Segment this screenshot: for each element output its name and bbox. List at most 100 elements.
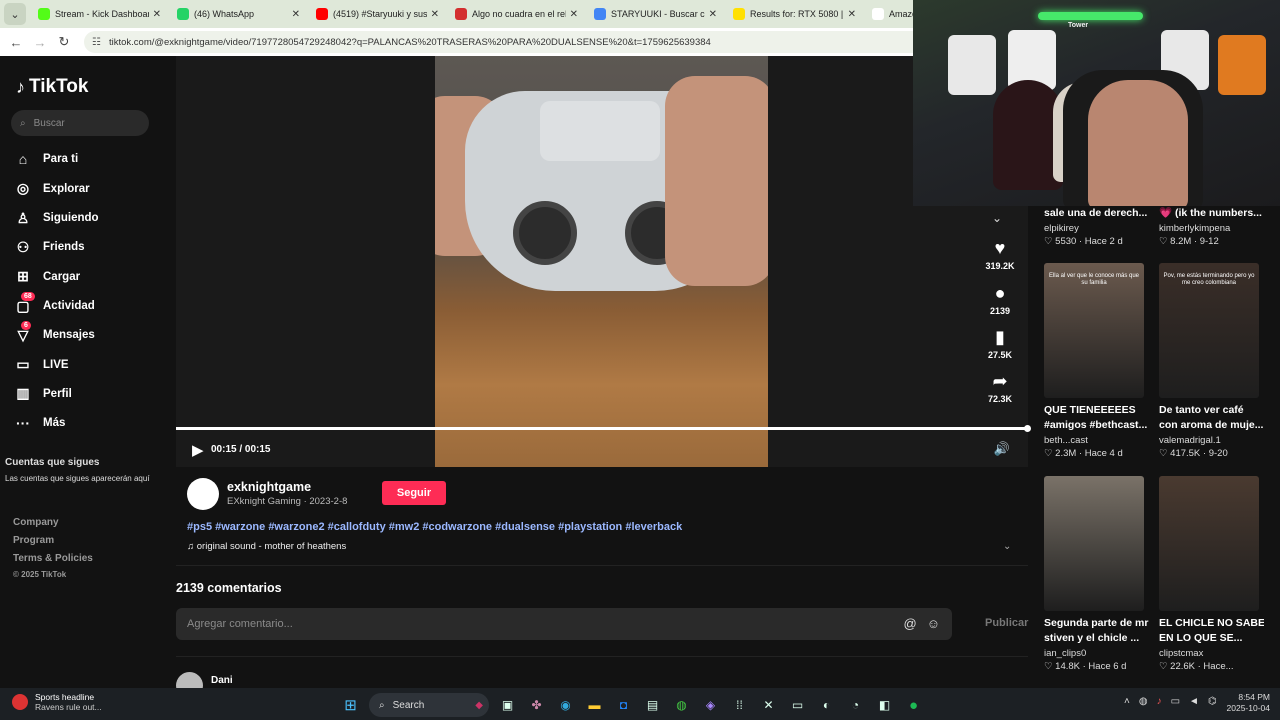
author-avatar[interactable]	[187, 478, 219, 510]
related-title[interactable]: #amigos #bethcast...	[1044, 418, 1149, 433]
sidebar-item-siguiendo[interactable]: ♙ Siguiendo	[15, 210, 99, 227]
app-icon[interactable]: ◈	[696, 694, 725, 716]
sidebar-item-explorar[interactable]: ◎ Explorar	[15, 180, 90, 197]
editor-icon[interactable]: ◧	[870, 694, 899, 716]
outlook-icon[interactable]: ◘	[609, 694, 638, 716]
video-player[interactable]: ▶ 00:15 / 00:15 🔊 ⌄ ♥ 319.2K ● 2139 ▮ 27…	[176, 56, 1031, 467]
news-widget[interactable]: Sports headline Ravens rule out...	[12, 692, 102, 712]
post-hashtags[interactable]: #ps5 #warzone #warzone2 #callofduty #mw2…	[187, 521, 682, 533]
tab-favicon-icon	[38, 8, 50, 20]
close-tab-icon[interactable]: ✕	[709, 9, 717, 20]
browser-tab[interactable]: STARYUUKI - Buscar con G ✕	[586, 0, 725, 28]
clock[interactable]: 8:54 PM 2025-10-04	[1222, 692, 1270, 714]
related-title[interactable]: EL CHICLE NO SABE	[1159, 616, 1264, 631]
follow-button[interactable]: Seguir	[382, 481, 446, 505]
related-user[interactable]: clipstcmax	[1159, 648, 1203, 659]
related-user[interactable]: ian_clips0	[1044, 648, 1086, 659]
related-title[interactable]: sale una de derech...	[1044, 206, 1149, 221]
search-input[interactable]: ⌕ Buscar	[11, 110, 149, 136]
tiktok-logo[interactable]: ♪ TikTok	[16, 76, 88, 98]
volume-icon[interactable]: 🔊	[994, 441, 1010, 457]
close-tab-icon[interactable]: ✕	[431, 9, 439, 20]
sidebar-item-mensajes[interactable]: 6 ▽ Mensajes	[15, 320, 95, 344]
sidebar-item-para-ti[interactable]: ⌂ Para ti	[15, 151, 78, 167]
news-icon	[12, 694, 28, 710]
browser-tab[interactable]: Algo no cuadra en el rela ✕	[447, 0, 586, 28]
like-button[interactable]: ♥ 319.2K	[972, 238, 1028, 271]
browser-tab[interactable]: (4519) #Staryuuki y sus se ✕	[308, 0, 447, 28]
close-tab-icon[interactable]: ✕	[848, 9, 856, 20]
related-title[interactable]: con aroma de muje...	[1159, 418, 1264, 433]
related-title[interactable]: EN LO QUE SE...	[1159, 631, 1264, 646]
back-icon[interactable]: ←	[4, 35, 28, 50]
sidebar-item-friends[interactable]: ⚇ Friends	[15, 239, 85, 256]
taskbar-search[interactable]: ⌕ Search ◆	[369, 693, 489, 717]
sidebar-item-cargar[interactable]: ⊞ Cargar	[15, 268, 80, 285]
task-view-icon[interactable]: ▣	[493, 694, 522, 716]
emoji-icon[interactable]: ☺	[927, 616, 940, 631]
save-count: 27.5K	[987, 350, 1013, 360]
browser-tab[interactable]: Results for: RTX 5080 | Be ✕	[725, 0, 864, 28]
file-explorer-icon[interactable]: ▬	[580, 694, 609, 716]
windows-start-icon[interactable]: ⊞	[336, 694, 365, 716]
mention-icon[interactable]: @	[904, 616, 917, 631]
browser-tab[interactable]: Stream - Kick Dashboard ✕	[30, 0, 169, 28]
tray-app-icon[interactable]: ◍	[1139, 696, 1148, 707]
tab-list-icon[interactable]: ⌄	[4, 3, 26, 25]
post-sound[interactable]: ♫ original sound - mother of heathens	[187, 541, 346, 552]
close-tab-icon[interactable]: ✕	[153, 9, 161, 20]
browser-tab[interactable]: (46) WhatsApp ✕	[169, 0, 308, 28]
spotify-icon[interactable]: ●	[899, 694, 928, 716]
commenter-name[interactable]: Dani	[211, 675, 233, 686]
related-title[interactable]: QUE TIENEEEEES	[1044, 403, 1149, 418]
author-username[interactable]: exknightgame	[227, 480, 311, 494]
steam-icon[interactable]: ◔	[841, 694, 870, 716]
related-user[interactable]: beth...cast	[1044, 435, 1088, 446]
tray-chevron-icon[interactable]: ˄	[1124, 696, 1130, 707]
play-icon[interactable]: ▶	[192, 441, 204, 459]
related-user[interactable]: valemadrigal.1	[1159, 435, 1221, 446]
related-thumbnail[interactable]: Pov, me estás terminando pero yo me creo…	[1159, 263, 1259, 398]
obs-icon[interactable]: ◐	[812, 694, 841, 716]
forward-icon[interactable]: →	[28, 35, 52, 50]
video-progress-bar[interactable]	[176, 425, 1031, 432]
related-thumbnail[interactable]	[1044, 476, 1144, 611]
sidebar-item-perfil[interactable]: ▥ Perfil	[15, 385, 71, 402]
speaker-icon[interactable]: ◄	[1189, 696, 1199, 707]
edge-icon[interactable]: ◉	[551, 694, 580, 716]
footer-link-terms[interactable]: Terms & Policies	[13, 553, 93, 564]
related-title[interactable]: Segunda parte de mr	[1044, 616, 1149, 631]
footer-link-program[interactable]: Program	[13, 535, 54, 546]
microphone-icon[interactable]: ♪	[1157, 696, 1162, 707]
copilot-icon[interactable]: ✤	[522, 694, 551, 716]
sidebar-item-live[interactable]: ▭ LIVE	[15, 356, 68, 373]
related-title[interactable]: 💗 (ik the numbers...	[1159, 206, 1264, 221]
apps-grid-icon[interactable]: ⁞⁞	[725, 694, 754, 716]
notepad-icon[interactable]: ▭	[783, 694, 812, 716]
sidebar-item-m-s[interactable]: ··· Más	[15, 415, 65, 431]
display-icon[interactable]: ▭	[1171, 696, 1180, 707]
network-icon[interactable]: ⌬	[1208, 696, 1217, 707]
comment-input[interactable]: Agregar comentario... @ ☺	[176, 608, 952, 640]
comment-button[interactable]: ● 2139	[972, 283, 1028, 316]
footer-link-company[interactable]: Company	[13, 517, 59, 528]
close-tab-icon[interactable]: ✕	[292, 9, 300, 20]
close-tab-icon[interactable]: ✕	[570, 9, 578, 20]
related-thumbnail[interactable]	[1159, 476, 1259, 611]
related-title[interactable]: stiven y el chicle ...	[1044, 631, 1149, 646]
chevron-down-icon[interactable]: ⌄	[992, 211, 1002, 225]
site-settings-icon[interactable]: ☷	[92, 37, 101, 48]
store-icon[interactable]: ▤	[638, 694, 667, 716]
sidebar-item-actividad[interactable]: 68 ▢ Actividad	[15, 291, 95, 315]
tools-icon[interactable]: ✕	[754, 694, 783, 716]
video-frame[interactable]	[435, 56, 768, 467]
progress-knob[interactable]	[1024, 425, 1031, 432]
expand-chevron-icon[interactable]: ⌄	[1003, 541, 1011, 552]
save-button[interactable]: ▮ 27.5K	[972, 327, 1028, 360]
chrome-icon[interactable]: ◍	[667, 694, 696, 716]
related-title[interactable]: De tanto ver café	[1159, 403, 1264, 418]
reload-icon[interactable]: ↻	[52, 34, 76, 50]
publish-button[interactable]: Publicar	[985, 617, 1028, 629]
related-thumbnail[interactable]: Ella al ver que le conoce más que su fam…	[1044, 263, 1144, 398]
share-button[interactable]: ➦ 72.3K	[972, 371, 1028, 404]
